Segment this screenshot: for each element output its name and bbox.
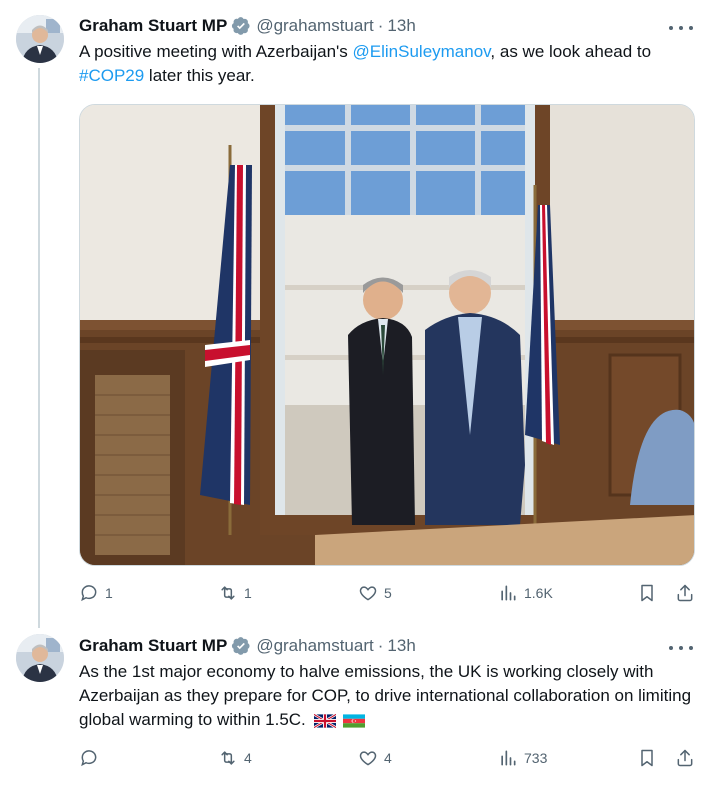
hashtag-link[interactable]: #COP29 (79, 66, 144, 85)
tweet-text: As the 1st major economy to halve emissi… (79, 660, 694, 735)
repost-count: 1 (244, 585, 252, 601)
share-icon (677, 584, 693, 602)
avatar[interactable] (16, 634, 64, 682)
action-bar: 1 1 5 1.6K (79, 581, 695, 605)
reply-icon (81, 585, 97, 602)
author-handle[interactable]: @grahamstuart (256, 636, 373, 656)
mention-link[interactable]: @ElinSuleymanov (353, 42, 491, 61)
reply-button[interactable]: 1 (79, 581, 113, 605)
timestamp[interactable]: 13h (387, 636, 415, 656)
author-handle[interactable]: @grahamstuart (256, 16, 373, 36)
like-button[interactable]: 5 (358, 581, 392, 605)
like-icon (359, 586, 377, 601)
bookmark-icon (641, 749, 653, 767)
more-icon[interactable] (669, 18, 693, 38)
azerbaijan-flag-emoji (343, 711, 366, 735)
separator-dot: · (377, 16, 384, 35)
like-button[interactable]: 4 (358, 746, 392, 770)
tweet-photo[interactable] (79, 104, 695, 566)
bookmark-button[interactable] (637, 746, 657, 770)
action-bar: 4 4 733 (79, 746, 695, 770)
repost-count: 4 (244, 750, 252, 766)
author-name[interactable]: Graham Stuart MP (79, 16, 227, 36)
reply-icon (81, 750, 97, 767)
tweet-header: Graham Stuart MP @grahamstuart · 13h (79, 16, 416, 36)
repost-icon (221, 586, 235, 600)
reply-button[interactable] (79, 746, 105, 770)
uk-flag-emoji (312, 711, 337, 735)
share-icon (677, 749, 693, 767)
timestamp[interactable]: 13h (387, 16, 415, 36)
views-icon (501, 585, 516, 601)
like-icon (359, 751, 377, 766)
more-icon[interactable] (669, 638, 693, 658)
view-count: 1.6K (524, 585, 553, 601)
view-count: 733 (524, 750, 548, 766)
views-button[interactable]: 733 (498, 746, 547, 770)
verified-badge-icon (231, 16, 251, 36)
like-count: 4 (384, 750, 392, 766)
repost-button[interactable]: 4 (218, 746, 252, 770)
verified-badge-icon (231, 636, 251, 656)
text-segment: , as we look ahead to (490, 42, 652, 61)
avatar[interactable] (16, 15, 64, 63)
repost-icon (221, 751, 235, 765)
tweet-1[interactable]: Graham Stuart MP @grahamstuart · 13h A p… (0, 0, 713, 624)
bookmark-icon (641, 584, 653, 602)
text-segment: As the 1st major economy to halve emissi… (79, 662, 692, 729)
tweet-text: A positive meeting with Azerbaijan's @El… (79, 40, 694, 88)
share-button[interactable] (675, 581, 695, 605)
share-button[interactable] (675, 746, 695, 770)
text-segment: later this year. (144, 66, 255, 85)
like-count: 5 (384, 585, 392, 601)
text-segment: A positive meeting with Azerbaijan's (79, 42, 353, 61)
views-button[interactable]: 1.6K (498, 581, 553, 605)
author-name[interactable]: Graham Stuart MP (79, 636, 227, 656)
repost-button[interactable]: 1 (218, 581, 252, 605)
views-icon (501, 750, 516, 766)
reply-count: 1 (105, 585, 113, 601)
bookmark-button[interactable] (637, 581, 657, 605)
separator-dot: · (377, 636, 384, 655)
tweet-header: Graham Stuart MP @grahamstuart · 13h (79, 636, 416, 656)
tweet-2[interactable]: Graham Stuart MP @grahamstuart · 13h As … (0, 624, 713, 787)
